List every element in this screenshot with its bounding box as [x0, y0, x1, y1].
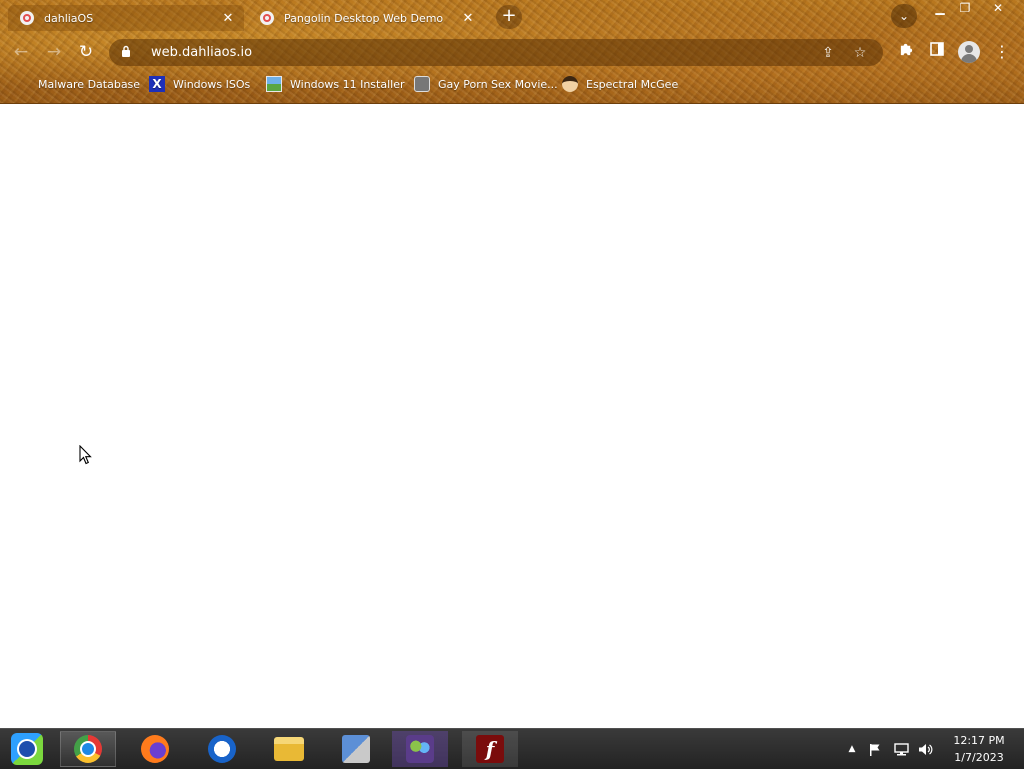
chrome-icon	[74, 735, 102, 763]
setup-installer-icon	[342, 735, 370, 763]
minimize-icon[interactable]: ▁	[927, 0, 953, 18]
mouse-cursor-icon	[79, 445, 92, 465]
folder-icon	[274, 737, 304, 761]
clock-date: 1/7/2023	[954, 751, 1004, 764]
start-button[interactable]	[4, 731, 50, 767]
opera-icon	[208, 735, 236, 763]
tab-close-icon[interactable]: ✕	[460, 11, 476, 26]
system-clock[interactable]: 12:17 PM 1/7/2023	[944, 732, 1014, 766]
forward-arrow-icon[interactable]: →	[43, 41, 65, 63]
tab-title: dahliaOS	[44, 11, 94, 25]
tab-dahliaos[interactable]: dahliaOS ✕	[8, 5, 244, 31]
share-icon[interactable]: ⇪	[817, 45, 839, 61]
window-close-icon[interactable]: ✕	[984, 0, 1012, 18]
tab-pangolin-demo[interactable]: Pangolin Desktop Web Demo ✕	[248, 5, 484, 31]
bookmark-malware-database[interactable]: Malware Database	[14, 75, 140, 93]
taskbar-chrome[interactable]	[60, 731, 116, 767]
new-tab-button[interactable]: +	[496, 5, 522, 29]
dahliaos-favicon-icon	[20, 11, 34, 25]
film-icon	[414, 76, 430, 92]
taskbar-opera[interactable]	[194, 731, 250, 767]
address-bar[interactable]: web.dahliaos.io ⇪ ☆	[109, 39, 883, 66]
menu-kebab-icon[interactable]: ⋮	[991, 41, 1013, 63]
clock-time: 12:17 PM	[953, 734, 1005, 747]
restore-icon[interactable]: ❐	[952, 0, 978, 18]
bookmark-espectral-mcgee[interactable]: Espectral McGee	[562, 75, 678, 93]
taskbar-setup[interactable]	[328, 731, 384, 767]
bookmark-windows-isos[interactable]: X Windows ISOs	[149, 75, 250, 93]
taskbar-firefox[interactable]	[127, 731, 183, 767]
bookmark-label: Windows 11 Installer	[290, 77, 405, 91]
firefox-icon	[141, 735, 169, 763]
extensions-puzzle-icon[interactable]	[895, 41, 917, 63]
show-hidden-icons-caret-icon[interactable]: ▲	[845, 729, 859, 769]
tab-search-chevron-icon[interactable]: ⌄	[891, 4, 917, 28]
url-text[interactable]: web.dahliaos.io	[137, 45, 807, 60]
bookmark-label: Windows ISOs	[173, 77, 251, 91]
face-icon	[562, 76, 578, 92]
folder-icon	[14, 76, 30, 92]
image-icon	[266, 76, 282, 92]
bookmark-label: Malware Database	[38, 77, 141, 91]
dahliaos-favicon-icon	[260, 11, 274, 25]
taskbar: f ▲ 12:17 PM 1/7/2023	[0, 728, 1024, 769]
x-icon: X	[149, 76, 165, 92]
start-orb-icon	[11, 733, 43, 765]
taskbar-flash-player[interactable]: f	[462, 731, 518, 767]
volume-icon[interactable]	[915, 729, 935, 769]
bookmark-movie-site[interactable]: Gay Porn Sex Movie...	[414, 75, 558, 93]
bookmark-label: Gay Porn Sex Movie...	[438, 77, 558, 91]
tab-close-icon[interactable]: ✕	[220, 11, 236, 26]
tab-title: Pangolin Desktop Web Demo	[284, 11, 444, 25]
bookmark-windows-11-installer[interactable]: Windows 11 Installer	[266, 75, 405, 93]
bookmark-star-icon[interactable]: ☆	[849, 45, 871, 61]
browser-chrome: dahliaOS ✕ Pangolin Desktop Web Demo ✕ +…	[0, 0, 1024, 104]
page-viewport[interactable]	[0, 104, 1024, 728]
taskbar-file-explorer[interactable]	[261, 731, 317, 767]
reload-icon[interactable]: ↻	[75, 41, 97, 63]
back-arrow-icon[interactable]: ←	[10, 41, 32, 63]
action-center-flag-icon[interactable]	[866, 729, 884, 769]
taskbar-users-app[interactable]	[392, 731, 448, 767]
side-panel-icon[interactable]	[926, 41, 948, 63]
profile-avatar-icon[interactable]	[958, 41, 980, 63]
users-icon	[406, 735, 434, 763]
network-icon[interactable]	[891, 729, 911, 769]
flash-player-icon: f	[476, 735, 504, 763]
lock-icon[interactable]	[121, 45, 137, 60]
bookmark-label: Espectral McGee	[586, 77, 679, 91]
